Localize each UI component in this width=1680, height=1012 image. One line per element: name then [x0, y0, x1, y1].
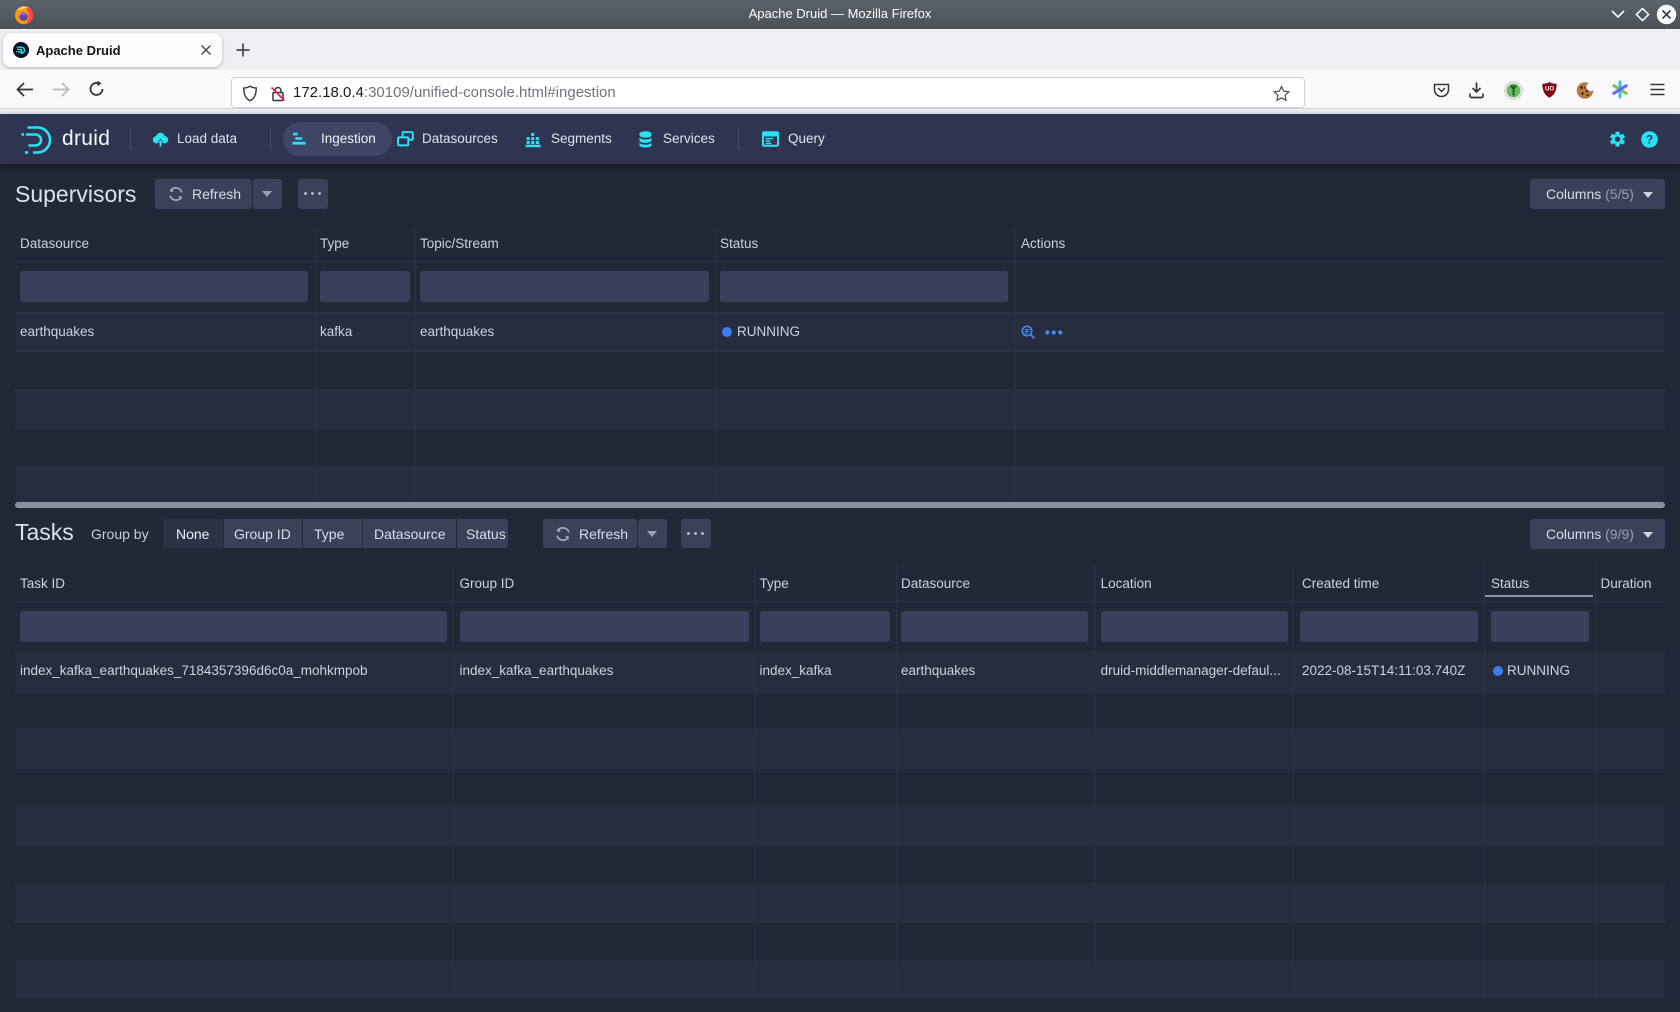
svg-text:UO: UO [1545, 87, 1554, 93]
svg-text:?: ? [1646, 135, 1653, 147]
